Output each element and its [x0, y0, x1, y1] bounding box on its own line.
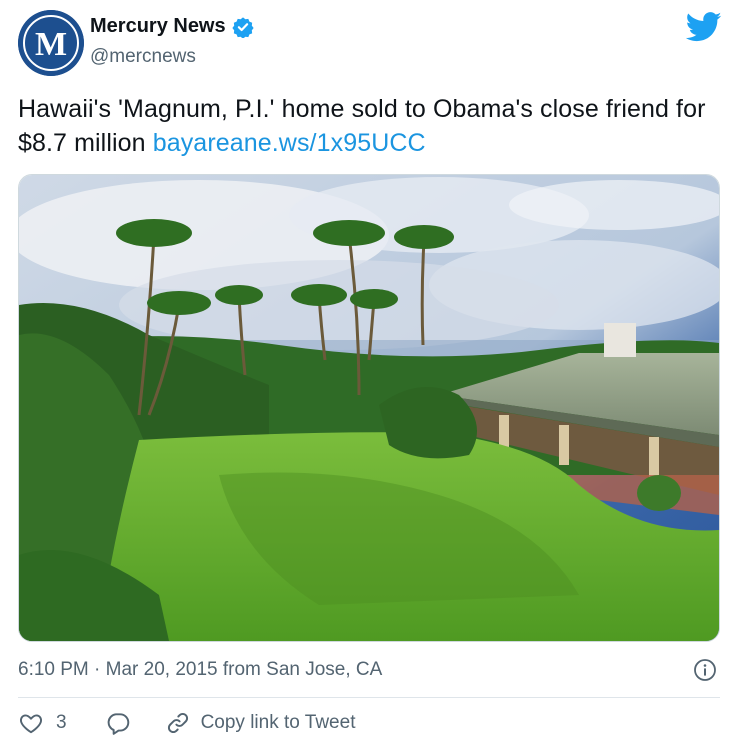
copy-link-label: Copy link to Tweet [200, 712, 356, 733]
reply-bubble-icon [107, 713, 129, 735]
link-icon [167, 712, 188, 734]
like-button[interactable]: 3 [18, 710, 67, 736]
info-icon[interactable] [693, 658, 717, 682]
avatar[interactable]: M [18, 10, 84, 76]
svg-text:M: M [35, 26, 67, 63]
reply-button[interactable] [105, 710, 131, 736]
tweet-photo[interactable] [18, 174, 720, 642]
author-name-row[interactable]: Mercury News [90, 15, 254, 38]
divider [18, 697, 720, 698]
tweet-timestamp[interactable]: 6:10 PM · Mar 20, 2015 from San Jose, CA [18, 659, 382, 681]
tweet-link[interactable]: bayareane.ws/1x95UCC [153, 129, 426, 157]
copy-link-button[interactable]: Copy link to Tweet [165, 710, 356, 736]
tweet-actions: 3 Copy link to Tweet [18, 710, 355, 736]
verified-badge-icon [231, 16, 254, 38]
tropical-estate-photo [19, 175, 719, 641]
like-count: 3 [56, 712, 67, 733]
tweet-text: Hawaii's 'Magnum, P.I.' home sold to Oba… [18, 92, 728, 160]
mercury-news-logo-icon: M [18, 10, 84, 76]
author-handle[interactable]: @mercnews [90, 46, 196, 68]
heart-icon [20, 714, 42, 734]
twitter-bird-icon[interactable] [686, 12, 722, 42]
author-display-name[interactable]: Mercury News [90, 15, 226, 38]
